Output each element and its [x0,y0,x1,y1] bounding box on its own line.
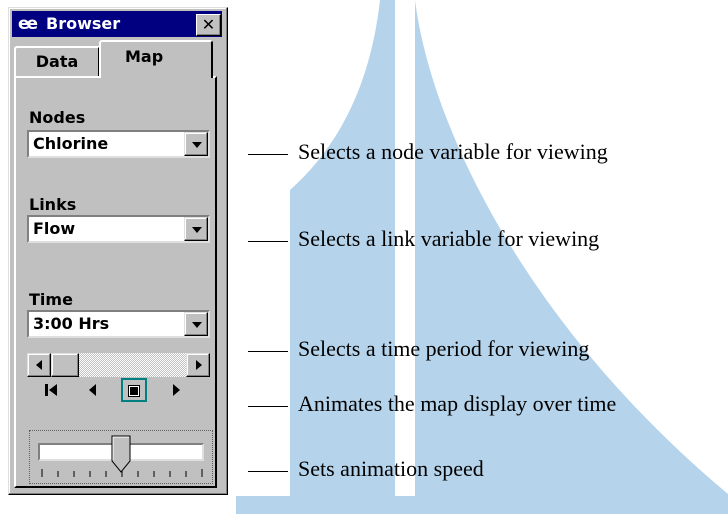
nodes-dropdown-button[interactable] [184,132,208,156]
scroll-thumb[interactable] [51,353,79,377]
time-select-value: 3:00 Hrs [33,314,110,333]
callout-links: Selects a link variable for viewing [298,226,600,251]
close-button[interactable]: ✕ [196,14,221,36]
callout-line-links [248,241,288,242]
callout-line-speed [248,471,288,472]
links-label: Links [29,195,77,214]
callout-time: Selects a time period for viewing [298,336,590,361]
tab-data[interactable]: Data [14,46,100,76]
time-dropdown-button[interactable] [184,312,208,336]
play-button[interactable] [163,378,189,402]
nodes-label: Nodes [29,108,86,127]
arrow-left-icon [36,360,42,370]
callout-speed: Sets animation speed [298,456,484,481]
window-title: Browser [46,14,121,33]
play-icon [173,384,180,396]
chevron-down-icon [192,142,202,148]
stop-button[interactable] [121,378,147,402]
links-dropdown-button[interactable] [184,217,208,241]
chevron-down-icon [192,322,202,328]
tab-gap [101,74,211,79]
callout-nodes: Selects a node variable for viewing [298,139,608,164]
callout-animate: Animates the map display over time [298,391,617,416]
tab-map[interactable]: Map [99,40,213,78]
browser-panel: ee Browser ✕ Data Map Nodes Chlorine Lin… [8,7,228,495]
links-select-value: Flow [33,219,76,238]
title-bar[interactable]: ee Browser ✕ [12,11,222,37]
speed-slider[interactable] [29,430,213,484]
links-select[interactable]: Flow [27,215,210,243]
chevron-down-icon [192,227,202,233]
nodes-select[interactable]: Chlorine [27,130,210,158]
time-scrollbar[interactable] [27,353,210,377]
time-label: Time [29,290,73,309]
callout-line-time [248,351,288,352]
time-select[interactable]: 3:00 Hrs [27,310,210,338]
step-back-icon [89,384,96,396]
callout-line-nodes [248,154,288,155]
scroll-right-button[interactable] [186,353,210,377]
speed-slider-thumb[interactable] [111,435,131,473]
binoculars-icon: ee [18,14,38,34]
arrow-right-icon [196,360,202,370]
step-back-button[interactable] [81,378,107,402]
callout-line-animate [248,406,288,407]
nodes-select-value: Chlorine [33,134,109,153]
rewind-button[interactable] [39,378,65,402]
stop-icon [129,386,139,396]
scroll-left-button[interactable] [27,353,51,377]
rewind-icon [45,384,48,396]
rewind-icon-triangle [49,384,57,396]
